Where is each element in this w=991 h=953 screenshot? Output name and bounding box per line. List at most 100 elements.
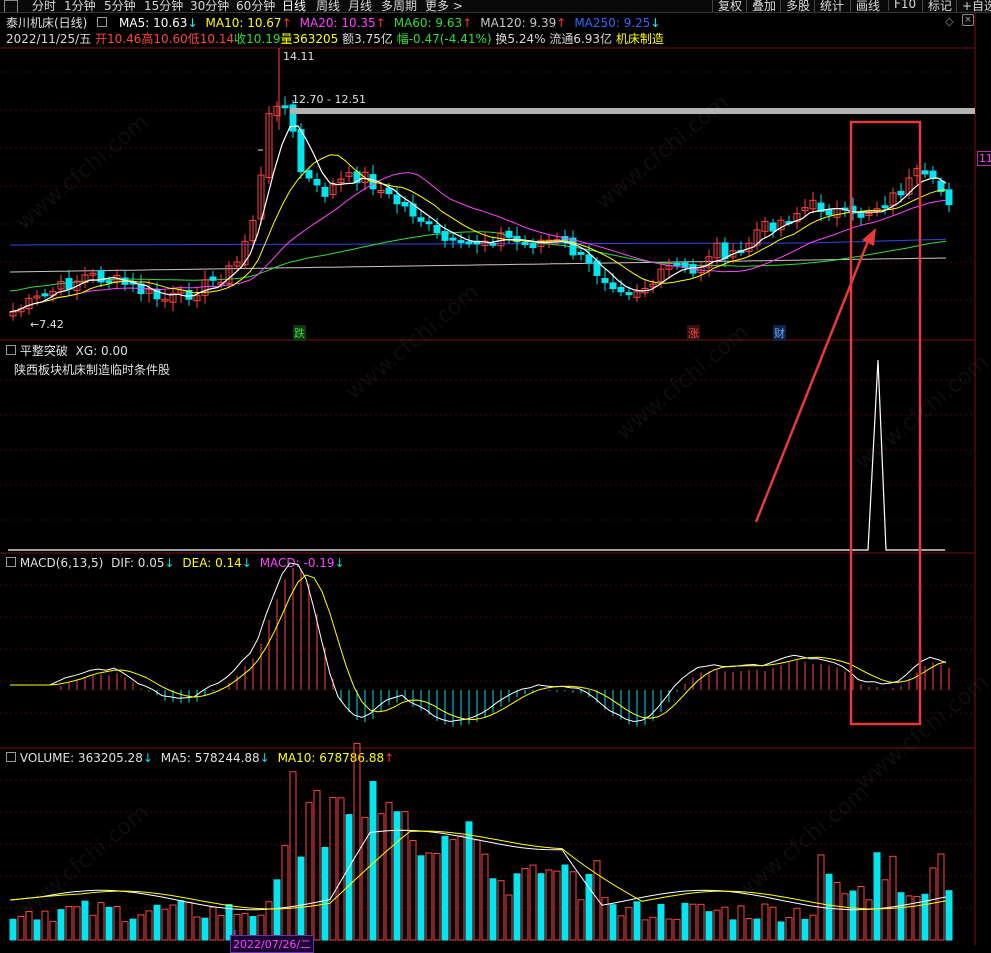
macd-dea-line — [10, 574, 947, 721]
volume-bar — [89, 914, 97, 941]
right-price-tag: 11 — [977, 151, 991, 166]
volume-bar — [545, 869, 553, 941]
volume-bar — [169, 904, 177, 941]
volume-bar — [689, 903, 697, 941]
volume-bar — [353, 742, 361, 941]
volume-bar — [841, 893, 849, 941]
volume-bar — [753, 918, 761, 941]
candle-body — [321, 186, 329, 197]
volume-bar — [465, 821, 473, 941]
volume-bar — [849, 890, 857, 941]
candle-body — [105, 280, 113, 284]
high-price-label: 14.11 — [283, 50, 315, 63]
candle-body — [401, 201, 409, 207]
volume-bar — [777, 921, 785, 941]
volume-bar — [161, 908, 169, 941]
volume-bar — [473, 839, 481, 941]
volume-bar — [345, 814, 353, 941]
volume-bar — [881, 879, 889, 941]
resistance-band — [290, 108, 975, 114]
volume-bar — [137, 914, 145, 941]
candle-body — [417, 217, 425, 222]
candle-body — [585, 254, 593, 264]
candle-body — [433, 224, 441, 234]
candle-body — [505, 230, 513, 238]
candle-body — [65, 278, 73, 290]
candle-body — [457, 240, 465, 244]
volume-bar — [873, 852, 881, 941]
volume-bar — [521, 867, 529, 941]
candle-body — [393, 194, 401, 205]
volume-bar — [537, 873, 545, 941]
volume-bar — [337, 797, 345, 941]
volume-bar — [785, 917, 793, 941]
volume-bar — [897, 892, 905, 941]
volume-bar — [153, 904, 161, 941]
volume-bar — [41, 910, 49, 941]
marker-zhang[interactable]: 涨 — [687, 325, 700, 341]
volume-bar — [129, 918, 137, 941]
volume-bar — [329, 796, 337, 941]
volume-bar — [729, 919, 737, 941]
candle-body — [769, 222, 777, 232]
volume-bar — [657, 903, 665, 941]
candle-body — [313, 178, 321, 186]
volume-bar — [481, 853, 489, 941]
ma120-line — [9, 257, 947, 273]
volume-bar — [681, 902, 689, 941]
candle-body — [617, 286, 625, 293]
candle-body — [681, 262, 689, 268]
annotation-arrow-head — [862, 228, 876, 246]
volume-bar — [177, 900, 185, 941]
volume-bar — [793, 907, 801, 941]
volume-bar — [49, 920, 57, 941]
volume-bar — [289, 771, 297, 941]
volume-bar — [65, 905, 73, 941]
volume-bar — [377, 813, 385, 941]
volume-bar — [113, 906, 121, 941]
candle-body — [209, 276, 217, 281]
volume-bar — [193, 916, 201, 941]
candle-body — [601, 277, 609, 283]
ma5-line — [9, 125, 947, 313]
candle-body — [625, 292, 633, 296]
candle-body — [929, 170, 937, 179]
candle-body — [529, 243, 537, 249]
volume-bar — [721, 906, 729, 941]
candle-body — [577, 251, 585, 255]
candle-body — [449, 237, 457, 241]
candle-body — [441, 231, 449, 241]
volume-bar — [417, 855, 425, 941]
volume-bar — [905, 895, 913, 941]
volume-bar — [857, 885, 865, 941]
marker-cai[interactable]: 财 — [773, 325, 786, 341]
volume-bar — [713, 909, 721, 941]
volume-bar — [105, 906, 113, 941]
candle-body — [609, 282, 617, 290]
candle-body — [41, 293, 49, 297]
candle-body — [897, 190, 905, 196]
marker-die[interactable]: 跌 — [293, 325, 306, 341]
volume-bar — [9, 918, 17, 941]
volume-bar — [673, 918, 681, 941]
volume-bar — [833, 881, 841, 941]
volume-bar — [809, 914, 817, 941]
candle-body — [465, 241, 473, 245]
volume-bar — [617, 915, 625, 941]
volume-bar — [609, 904, 617, 941]
xg-signal-line — [8, 359, 945, 551]
volume-bar — [825, 873, 833, 941]
cursor-date-label: 2022/07/26/二 — [230, 935, 315, 953]
volume-bar — [33, 919, 41, 941]
volume-bar — [745, 917, 753, 941]
candle-body — [281, 105, 289, 109]
macd-dif-line — [10, 562, 947, 723]
candle-body — [921, 170, 929, 175]
candle-body — [881, 205, 889, 209]
low-price-label: ←7.42 — [30, 318, 64, 331]
candle-body — [945, 189, 953, 206]
volume-bar — [273, 879, 281, 941]
volume-bar — [553, 870, 561, 941]
volume-bar — [425, 852, 433, 941]
volume-bar — [457, 835, 465, 941]
